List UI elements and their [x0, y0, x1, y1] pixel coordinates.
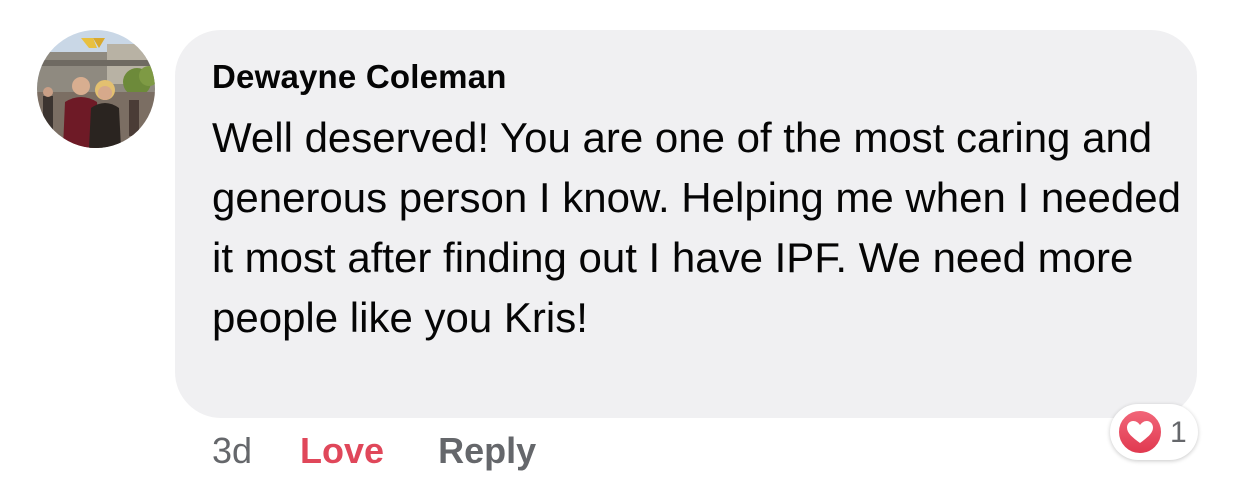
love-button[interactable]: Love	[300, 430, 384, 472]
comment-author[interactable]: Dewayne Coleman	[212, 58, 507, 96]
comment-actions: 3d Love Reply	[212, 428, 536, 474]
reaction-summary[interactable]: 1	[1110, 404, 1198, 460]
comment-bubble: Dewayne Coleman Well deserved! You are o…	[175, 30, 1197, 418]
avatar[interactable]	[37, 30, 155, 148]
reaction-count: 1	[1170, 416, 1187, 449]
reply-button[interactable]: Reply	[438, 430, 536, 472]
love-heart-icon	[1116, 408, 1164, 456]
profile-photo	[37, 30, 155, 148]
comment-text: Well deserved! You are one of the most c…	[212, 114, 1181, 341]
comment-timestamp[interactable]: 3d	[212, 430, 252, 472]
